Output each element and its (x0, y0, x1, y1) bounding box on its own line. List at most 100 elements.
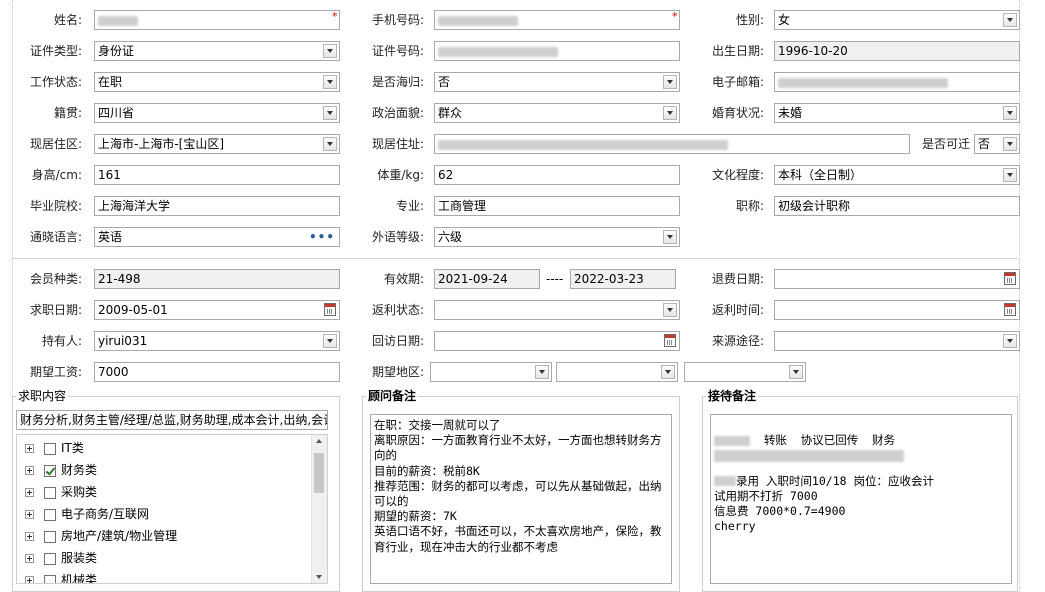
id-number-field[interactable] (434, 41, 680, 61)
calendar-icon[interactable] (1004, 272, 1016, 285)
chevron-down-icon[interactable] (323, 44, 337, 58)
tree-item[interactable]: 机械类 (25, 569, 97, 583)
address-field[interactable] (434, 134, 910, 154)
job-content-summary-field[interactable]: 财务分析,财务主管/经理/总监,财务助理,成本会计,出纳,会计 (16, 410, 328, 430)
tree-item[interactable]: 服装类 (25, 547, 97, 569)
plus-expand-icon[interactable] (25, 532, 34, 541)
gender-select[interactable]: 女 (774, 10, 1020, 30)
category-checkbox[interactable] (44, 508, 56, 521)
more-dots-icon[interactable]: ••• (309, 228, 335, 246)
chevron-down-icon[interactable] (323, 75, 337, 89)
plus-expand-icon[interactable] (25, 444, 34, 453)
language-level-select[interactable]: 六级 (434, 227, 680, 247)
tree-item[interactable]: 采购类 (25, 481, 97, 503)
category-checkbox[interactable] (44, 552, 56, 565)
tree-item[interactable]: 电子商务/互联网 (25, 503, 149, 525)
category-checkbox[interactable] (44, 530, 56, 543)
plus-expand-icon[interactable] (25, 576, 34, 583)
chevron-down-icon[interactable] (1003, 137, 1017, 151)
relocate-select[interactable]: 否 (974, 134, 1020, 154)
source-select[interactable] (774, 331, 1020, 351)
visit-date-field[interactable] (434, 331, 680, 351)
salary-field[interactable]: 7000 (94, 362, 340, 382)
plus-expand-icon[interactable] (25, 488, 34, 497)
work-status-select[interactable]: 在职 (94, 72, 340, 92)
chevron-down-icon[interactable] (1003, 13, 1017, 27)
valid-to-field[interactable]: 2022-03-23 (570, 269, 676, 289)
id-type-value: 身份证 (98, 44, 135, 58)
refund-date-label: 退费日期: (711, 272, 764, 286)
rebate-time-field[interactable] (774, 300, 1020, 320)
valid-from-field[interactable]: 2021-09-24 (434, 269, 540, 289)
category-checkbox[interactable] (44, 574, 56, 583)
chevron-down-icon[interactable] (1003, 334, 1017, 348)
chevron-down-icon[interactable] (663, 230, 677, 244)
holder-select[interactable]: yirui031 (94, 331, 340, 351)
id-type-select[interactable]: 身份证 (94, 41, 340, 61)
job-date-field[interactable]: 2009-05-01 (94, 300, 340, 320)
weight-label: 体重/kg: (377, 168, 424, 182)
calendar-icon[interactable] (324, 303, 336, 316)
job-date-label: 求职日期: (29, 303, 82, 317)
plus-expand-icon[interactable] (25, 554, 34, 563)
reception-note-textarea[interactable]: 转账 协议已回传 财务 录用 入职时间10/18 岗位：应收会计 试用期不打折 70… (710, 414, 1012, 584)
category-checkbox[interactable] (44, 442, 56, 455)
chevron-down-icon[interactable] (789, 365, 803, 379)
tree-item[interactable]: 财务类 (25, 459, 97, 481)
scroll-down-arrow-icon[interactable] (316, 575, 322, 579)
chevron-down-icon[interactable] (1003, 168, 1017, 182)
height-field[interactable]: 161 (94, 165, 340, 185)
plus-expand-icon[interactable] (25, 466, 34, 475)
email-label: 电子邮箱: (711, 75, 764, 89)
chevron-down-icon[interactable] (663, 75, 677, 89)
advisor-note-textarea[interactable]: 在职：交接一周就可以了 离职原因：一方面教育行业不太好，一方面也想转财务方向的 … (370, 414, 672, 584)
tree-scrollbar[interactable] (311, 435, 327, 583)
holder-label: 持有人: (41, 334, 82, 348)
name-field[interactable] (94, 10, 340, 30)
school-field[interactable]: 上海海洋大学 (94, 196, 340, 216)
reception-note-line-1-text: 转账 协议已回传 财务 (763, 433, 896, 448)
education-select[interactable]: 本科（全日制） (774, 165, 1020, 185)
chevron-down-icon[interactable] (663, 303, 677, 317)
calendar-icon[interactable] (664, 334, 676, 347)
email-field[interactable] (774, 72, 1020, 92)
tree-item[interactable]: 房地产/建筑/物业管理 (25, 525, 177, 547)
address-label: 现居住址: (371, 137, 424, 151)
region-district-select[interactable] (684, 362, 806, 382)
tree-item[interactable]: IT类 (25, 437, 84, 459)
living-area-select[interactable]: 上海市-上海市-[宝山区] (94, 134, 340, 154)
refund-date-field[interactable] (774, 269, 1020, 289)
chevron-down-icon[interactable] (535, 365, 549, 379)
visit-date-label: 回访日期: (371, 334, 424, 348)
rebate-status-select[interactable] (434, 300, 680, 320)
reception-note-line-3: 录用 入职时间10/18 岗位：应收会计 (714, 474, 1008, 489)
political-select[interactable]: 群众 (434, 103, 680, 123)
political-label: 政治面貌: (371, 106, 424, 120)
plus-expand-icon[interactable] (25, 510, 34, 519)
professional-title-field[interactable]: 初级会计职称 (774, 196, 1020, 216)
chevron-down-icon[interactable] (663, 106, 677, 120)
birth-date-field[interactable]: 1996-10-20 (774, 41, 1020, 61)
category-checkbox[interactable] (44, 486, 56, 499)
chevron-down-icon[interactable] (323, 137, 337, 151)
chevron-down-icon[interactable] (1003, 106, 1017, 120)
marital-select[interactable]: 未婚 (774, 103, 1020, 123)
source-label: 来源途径: (711, 334, 764, 348)
region-province-select[interactable] (430, 362, 552, 382)
native-place-select[interactable]: 四川省 (94, 103, 340, 123)
scroll-up-arrow-icon[interactable] (316, 439, 322, 443)
weight-field[interactable]: 62 (434, 165, 680, 185)
relocate-value: 否 (978, 137, 991, 151)
region-city-select[interactable] (556, 362, 678, 382)
member-type-field[interactable]: 21-498 (94, 269, 340, 289)
category-checkbox[interactable] (44, 464, 56, 477)
language-field[interactable]: 英语 ••• (94, 227, 340, 247)
chevron-down-icon[interactable] (661, 365, 675, 379)
phone-field[interactable] (434, 10, 680, 30)
overseas-select[interactable]: 否 (434, 72, 680, 92)
chevron-down-icon[interactable] (323, 334, 337, 348)
chevron-down-icon[interactable] (323, 106, 337, 120)
calendar-icon[interactable] (1004, 303, 1016, 316)
major-field[interactable]: 工商管理 (434, 196, 680, 216)
scroll-thumb[interactable] (314, 453, 324, 493)
